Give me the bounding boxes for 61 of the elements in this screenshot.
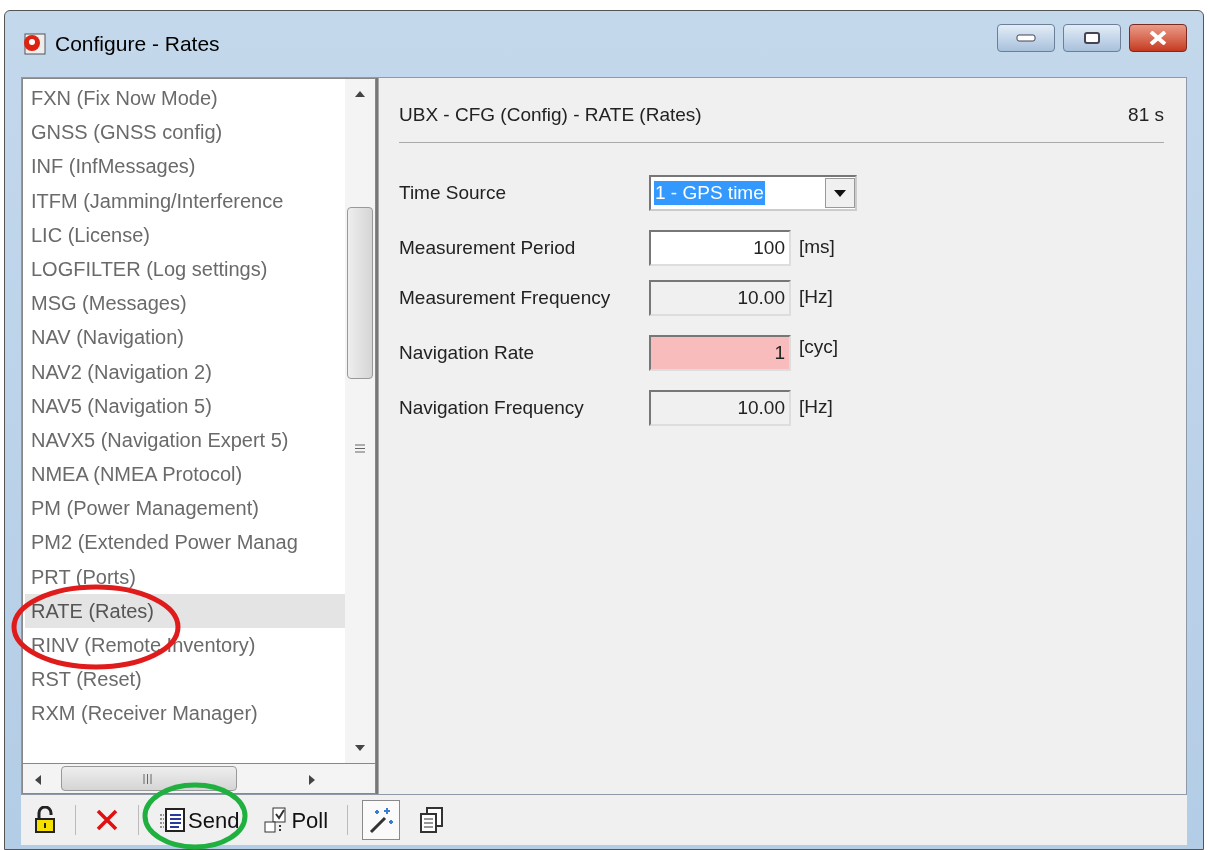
scroll-thumb[interactable]	[61, 766, 237, 791]
field-label: Navigation Rate	[399, 340, 536, 365]
list-item[interactable]: NAV2 (Navigation 2)	[25, 354, 345, 389]
list-item[interactable]: PRT (Ports)	[25, 559, 345, 594]
field-label: Measurement Frequency	[399, 285, 612, 310]
wand-button[interactable]	[362, 800, 401, 840]
close-button[interactable]	[1129, 24, 1187, 52]
document-icon	[158, 807, 186, 833]
vertical-scrollbar[interactable]	[345, 79, 375, 763]
list-item[interactable]: GNSS (GNSS config)	[25, 115, 345, 150]
input-field[interactable]: 10.00	[649, 390, 791, 426]
list-item[interactable]: NMEA (NMEA Protocol)	[25, 457, 345, 492]
age-label: 81 s	[1128, 102, 1164, 127]
scroll-right-icon[interactable]	[309, 775, 315, 785]
unit-label: [cyc]	[799, 335, 839, 359]
panel-title: UBX - CFG (Config) - RATE (Rates)	[399, 102, 702, 127]
list-item[interactable]: RINV (Remote Inventory)	[25, 628, 345, 663]
input-field[interactable]: 1	[649, 335, 791, 371]
list-item[interactable]: MSG (Messages)	[25, 286, 345, 321]
list-item[interactable]: RXM (Receiver Manager)	[25, 696, 345, 731]
maximize-icon	[1084, 32, 1100, 44]
app-icon	[21, 31, 47, 57]
list-item[interactable]: RST (Reset)	[25, 662, 345, 697]
copy-icon	[419, 806, 446, 834]
scroll-left-icon[interactable]	[35, 775, 41, 785]
minimize-button[interactable]	[997, 24, 1055, 52]
list-item[interactable]: PM (Power Management)	[25, 491, 345, 526]
list-item[interactable]: ITFM (Jamming/Interference	[25, 183, 345, 218]
unit-label: [Hz]	[799, 395, 833, 419]
scroll-up-icon[interactable]	[355, 91, 365, 97]
scroll-grip-icon	[355, 444, 365, 453]
list-item[interactable]: RATE (Rates)	[25, 593, 345, 628]
poll-button[interactable]: Poll	[258, 800, 334, 840]
list-item[interactable]: NAV5 (Navigation 5)	[25, 388, 345, 423]
field-label: Measurement Period	[399, 235, 577, 260]
field-label: Time Source	[399, 180, 507, 205]
unit-label: [ms]	[799, 235, 835, 259]
unit-label: [Hz]	[799, 285, 833, 309]
list-item[interactable]: NAV (Navigation)	[25, 320, 345, 355]
list-item[interactable]: PM2 (Extended Power Manag	[25, 525, 345, 560]
wand-icon	[367, 806, 396, 834]
delete-icon	[95, 808, 119, 832]
lock-icon	[34, 806, 56, 834]
input-field[interactable]: 10.00	[649, 280, 791, 316]
list-item[interactable]: NAVX5 (Navigation Expert 5)	[25, 422, 345, 458]
time-source-dropdown[interactable]: 1 - GPS time	[649, 175, 857, 211]
scroll-grip-icon	[143, 774, 152, 784]
window-title: Configure - Rates	[55, 31, 220, 58]
input-field[interactable]: 100	[649, 230, 791, 266]
scroll-down-icon[interactable]	[355, 745, 365, 751]
list-item[interactable]: LOGFILTER (Log settings)	[25, 251, 345, 287]
minimize-icon	[1016, 34, 1036, 42]
list-item[interactable]: LIC (License)	[25, 217, 345, 252]
maximize-button[interactable]	[1063, 24, 1121, 52]
close-icon	[1149, 31, 1167, 45]
list-item[interactable]: FXN (Fix Now Mode)	[25, 81, 345, 116]
caret-icon	[834, 189, 846, 197]
horizontal-scrollbar[interactable]	[22, 764, 376, 794]
list-item[interactable]: INF (InfMessages)	[25, 149, 345, 184]
field-label: Navigation Frequency	[399, 395, 585, 420]
scroll-thumb[interactable]	[347, 207, 373, 379]
